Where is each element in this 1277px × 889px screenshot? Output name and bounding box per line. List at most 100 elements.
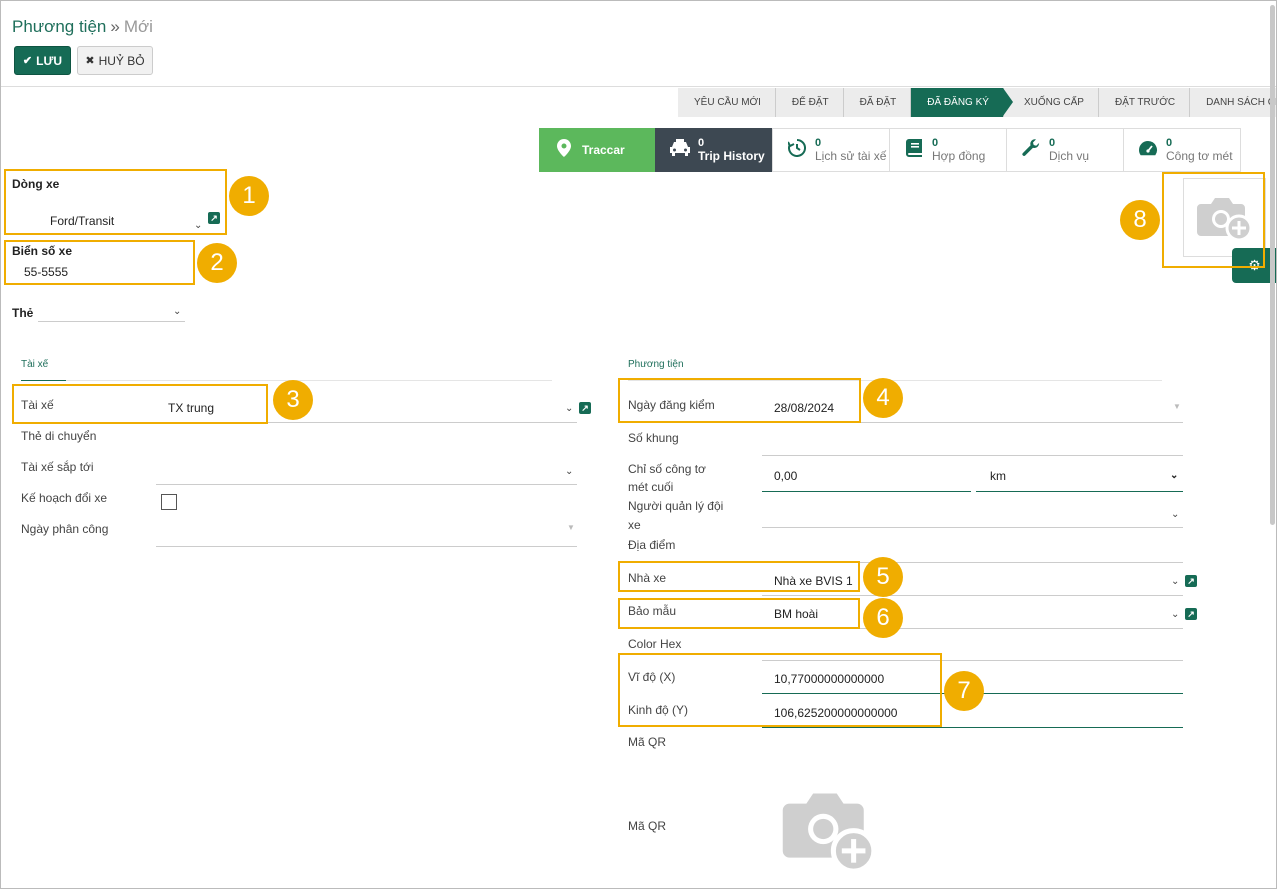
- chevron-down-icon[interactable]: ⌄: [173, 306, 181, 317]
- history-icon: [785, 138, 809, 162]
- qr-image-upload[interactable]: [776, 786, 884, 882]
- status-downgraded[interactable]: XUỐNG CẤP: [1003, 88, 1099, 117]
- traccar-label: Traccar: [582, 143, 625, 157]
- chevron-right-icon: »: [110, 17, 120, 36]
- status-reserved[interactable]: ĐẶT TRƯỚC: [1098, 88, 1191, 117]
- breadcrumb-root[interactable]: Phương tiện: [12, 17, 106, 36]
- fleet-manager-input[interactable]: [762, 527, 1183, 528]
- odometer-button[interactable]: 0 Công tơ mét: [1123, 128, 1241, 172]
- driver-history-count: 0: [815, 137, 822, 149]
- tachometer-icon: [1136, 140, 1160, 161]
- odometer-unit-select[interactable]: km: [990, 469, 1006, 483]
- check-icon: ✔: [22, 55, 33, 67]
- callout-box-2: [4, 240, 195, 285]
- callout-box-3: [12, 384, 268, 424]
- chevron-down-icon[interactable]: ⌄: [1171, 576, 1179, 587]
- status-bar: YÊU CẦU MỚI ĐỂ ĐẶT ĐÃ ĐẶT ĐÃ ĐĂNG KÝ XUỐ…: [678, 88, 1277, 117]
- trip-history-count: 0: [698, 137, 705, 149]
- future-driver-label: Tài xế sắp tới: [21, 460, 94, 474]
- assign-date-label: Ngày phân công: [21, 522, 109, 536]
- callout-badge-4: 4: [863, 378, 903, 418]
- chevron-down-icon[interactable]: ⌄: [565, 403, 573, 414]
- save-button[interactable]: ✔ LƯU: [14, 46, 71, 75]
- tags-underline: [38, 321, 185, 322]
- chevron-down-icon[interactable]: ⌄: [1170, 470, 1178, 481]
- callout-box-1: [4, 169, 227, 235]
- driver-history-button[interactable]: 0 Lịch sử tài xế: [772, 128, 890, 172]
- callout-badge-7: 7: [944, 671, 984, 711]
- chevron-down-icon[interactable]: ⌄: [1171, 609, 1179, 620]
- scrollbar[interactable]: [1270, 5, 1275, 525]
- tags-input[interactable]: [38, 304, 185, 321]
- services-label: Dịch vụ: [1049, 149, 1090, 163]
- odometer-last-input[interactable]: 0,00: [774, 469, 797, 483]
- status-waiting-list[interactable]: DANH SÁCH CHỜ: [1190, 88, 1277, 117]
- traccar-button[interactable]: Traccar: [539, 128, 656, 172]
- chevron-down-icon[interactable]: ⌄: [565, 466, 573, 477]
- odometer-unit-underline: [976, 491, 1183, 492]
- tab-driver-underline: [21, 380, 66, 381]
- tab-vehicle[interactable]: Phương tiện: [628, 359, 684, 370]
- cancel-label: HUỶ BỎ: [98, 53, 145, 68]
- future-driver-input[interactable]: [156, 484, 577, 485]
- tags-label: Thẻ: [12, 306, 34, 320]
- book-icon: [902, 138, 926, 162]
- external-link-icon[interactable]: ↗: [579, 402, 591, 414]
- odometer-count: 0: [1166, 137, 1173, 149]
- callout-box-4: [618, 378, 861, 423]
- garage-underline: [762, 595, 1183, 596]
- external-link-icon[interactable]: ↗: [1185, 575, 1197, 587]
- breadcrumb-current: Mới: [123, 17, 153, 36]
- odometer-label: Công tơ mét: [1166, 149, 1233, 163]
- external-link-icon[interactable]: ↗: [1185, 608, 1197, 620]
- plan-to-change-checkbox[interactable]: [161, 494, 177, 510]
- tab-driver[interactable]: Tài xế: [21, 359, 48, 370]
- taxi-icon: [668, 138, 692, 162]
- camera-plus-icon: [782, 793, 877, 874]
- fleet-manager-label-1: Người quản lý đội: [628, 499, 724, 513]
- status-ordered[interactable]: ĐÃ ĐẶT: [843, 88, 912, 117]
- trip-history-label: Trip History: [698, 149, 765, 163]
- save-label: LƯU: [36, 53, 63, 68]
- breadcrumb: Phương tiện» Mới: [12, 17, 153, 37]
- status-new[interactable]: YÊU CẦU MỚI: [678, 88, 776, 117]
- chassis-label: Số khung: [628, 431, 679, 445]
- callout-badge-2: 2: [197, 243, 237, 283]
- close-icon: ✖: [85, 55, 95, 67]
- odometer-last-label-1: Chỉ số công tơ: [628, 462, 706, 476]
- callout-badge-1: 1: [229, 176, 269, 216]
- smart-buttons: Traccar 0 Trip History 0 Lịch sử tài xế …: [539, 128, 1241, 172]
- plan-to-change-label: Kế hoạch đổi xe: [21, 491, 108, 505]
- contracts-label: Hợp đồng: [932, 149, 986, 163]
- driver-section-divider: [66, 380, 552, 381]
- caret-down-icon[interactable]: ▼: [567, 523, 575, 532]
- assign-date-input[interactable]: [156, 546, 577, 547]
- contracts-button[interactable]: 0 Hợp đồng: [889, 128, 1007, 172]
- fleet-manager-label-2: xe: [628, 518, 641, 532]
- status-registered[interactable]: ĐÃ ĐĂNG KÝ: [911, 88, 1013, 117]
- callout-box-6: [618, 598, 860, 629]
- mobility-card-label: Thẻ di chuyển: [21, 429, 97, 443]
- trip-history-button[interactable]: 0 Trip History: [655, 128, 773, 172]
- cancel-button[interactable]: ✖ HUỶ BỎ: [77, 46, 153, 75]
- driver-history-label: Lịch sử tài xế: [815, 149, 887, 163]
- callout-badge-5: 5: [863, 557, 903, 597]
- callout-box-7: [618, 653, 942, 727]
- location-label: Địa điểm: [628, 538, 676, 552]
- services-button[interactable]: 0 Dịch vụ: [1006, 128, 1124, 172]
- callout-badge-6: 6: [863, 598, 903, 638]
- odometer-last-label-2: mét cuối: [628, 480, 674, 494]
- chassis-input[interactable]: [762, 455, 1183, 456]
- caret-down-icon[interactable]: ▼: [1173, 402, 1181, 411]
- contracts-count: 0: [932, 137, 939, 149]
- wrench-icon: [1019, 138, 1043, 162]
- chevron-down-icon[interactable]: ⌄: [1171, 509, 1179, 520]
- callout-badge-8: 8: [1120, 200, 1160, 240]
- qr-image-label: Mã QR: [628, 819, 667, 833]
- qr-code-label: Mã QR: [628, 735, 667, 749]
- callout-badge-3: 3: [273, 380, 313, 420]
- status-to-order[interactable]: ĐỂ ĐẶT: [775, 88, 844, 117]
- header-divider: [1, 86, 1276, 87]
- map-marker-icon: [552, 138, 576, 162]
- color-hex-label: Color Hex: [628, 637, 682, 651]
